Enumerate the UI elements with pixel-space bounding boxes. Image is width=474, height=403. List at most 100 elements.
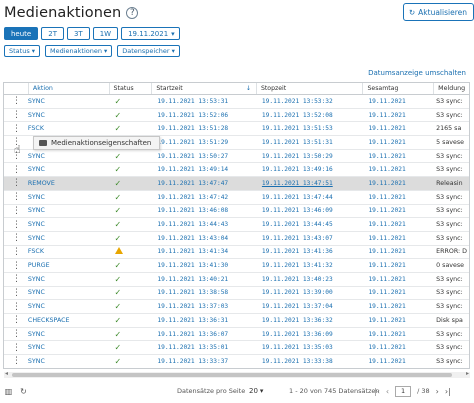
sort-desc-icon: ↓ [245, 85, 251, 92]
time-1w-button[interactable]: 1W [92, 27, 119, 40]
status-filter[interactable]: Status ▾ [4, 45, 40, 57]
cell-action[interactable]: SYNC [28, 194, 109, 201]
row-menu-icon[interactable]: ⋮ [4, 124, 28, 133]
cell-action[interactable]: SYNC [28, 221, 109, 228]
row-menu-icon[interactable]: ⋮ [4, 261, 28, 270]
row-menu-icon[interactable]: ⋮ [4, 247, 28, 256]
table-row[interactable]: ⋮ SYNC ✓ 19.11.2021 13:38:58 19.11.2021 13:3… [4, 287, 469, 301]
time-3d-button[interactable]: 3T [66, 27, 90, 40]
row-menu-icon[interactable]: ⋮ [4, 165, 28, 174]
column-toggle-icon[interactable]: ▥ [4, 387, 13, 396]
cell-stop-value: 19.11.2021 13:35:03 [261, 344, 333, 352]
column-header-action[interactable]: Aktion [27, 83, 109, 94]
context-tooltip[interactable]: Medienaktionseigenschaften [33, 136, 161, 150]
table-row[interactable]: ⋮ SYNC ✓ 19.11.2021 13:35:01 19.11.2021 13:3… [4, 341, 469, 356]
media-actions-table: Aktion Status Startzeit ↓ Stopzeit Sesam… [3, 82, 470, 369]
datastore-filter[interactable]: Datenspeicher ▾ [117, 45, 180, 57]
next-page-icon[interactable]: › [436, 387, 439, 396]
cell-stop: 19.11.2021 13:40:23 [256, 276, 363, 283]
cell-action[interactable]: SYNC [28, 207, 109, 214]
cell-action[interactable]: SYNC [28, 289, 109, 296]
cell-action[interactable]: PURGE [28, 262, 109, 269]
table-header: Aktion Status Startzeit ↓ Stopzeit Sesam… [4, 83, 469, 95]
cell-action[interactable]: SYNC [28, 112, 109, 119]
cell-action[interactable]: CHECKSPACE [28, 317, 109, 324]
time-today-button[interactable]: heute [4, 27, 39, 40]
cell-action[interactable]: SYNC [28, 235, 109, 242]
row-menu-icon[interactable]: ⋮ [4, 343, 28, 352]
horizontal-scrollbar[interactable]: ◂ ▸ [4, 370, 470, 378]
table-row[interactable]: ⋮ REMOVE ✓ 19.11.2021 13:47:47 19.11.2021 13… [4, 177, 469, 191]
table-row[interactable]: ⋮ SYNC ✓ 19.11.2021 13:33:37 19.11.2021 13:3… [4, 355, 469, 368]
refresh-icon: ↻ [408, 7, 416, 17]
table-row[interactable]: ⋮ SYNC ✓ 19.11.2021 13:36:07 19.11.2021 13:3… [4, 328, 469, 342]
cell-stop-value: 19.11.2021 13:41:32 [261, 262, 333, 270]
table-row[interactable]: ⋮ SYNC ✓ 19.11.2021 13:46:08 19.11.2021 13:4… [4, 205, 469, 219]
cell-action[interactable]: SYNC [28, 276, 109, 283]
column-header-start[interactable]: Startzeit ↓ [151, 83, 256, 94]
table-row[interactable]: ⋮ SYNC ✓ 19.11.2021 13:44:43 19.11.2021 13:4… [4, 218, 469, 232]
row-menu-icon[interactable]: ⋮ [4, 288, 28, 297]
table-row[interactable]: ⋮ SYNC ✓ 19.11.2021 13:40:21 19.11.2021 13:4… [4, 273, 469, 287]
row-menu-icon[interactable]: ⋮ [4, 206, 28, 215]
table-row[interactable]: ⋮ SYNC ✓ 19.11.2021 13:53:31 19.11.2021 13:5… [4, 95, 469, 109]
column-header-day[interactable]: Sesamtag [362, 83, 433, 94]
page-number-input[interactable]: 1 [395, 385, 412, 397]
row-menu-icon[interactable]: ⋮ [4, 97, 28, 106]
cell-action[interactable]: FSCK [28, 248, 109, 255]
cell-action[interactable]: SYNC [28, 166, 109, 173]
refresh-button[interactable]: ↻ Aktualisieren [402, 3, 474, 21]
table-row[interactable]: ⋮ SYNC ✓ 19.11.2021 13:52:06 19.11.2021 13:5… [4, 109, 469, 123]
check-icon: ✓ [114, 151, 122, 161]
table-row[interactable]: ⋮ PURGE ✓ 19.11.2021 13:41:30 19.11.2021 13:… [4, 259, 469, 273]
chevron-down-icon: ▾ [259, 387, 264, 395]
time-2d-button[interactable]: 2T [41, 27, 64, 40]
cell-action[interactable]: FSCK [28, 125, 109, 132]
row-menu-icon[interactable]: ⋮ [4, 316, 28, 325]
row-menu-icon[interactable]: ⋮ [4, 111, 28, 120]
scrollbar-thumb[interactable] [12, 373, 452, 377]
check-icon: ✓ [114, 178, 122, 188]
prev-page-icon[interactable]: ‹ [386, 387, 389, 396]
column-header-status[interactable]: Status [108, 83, 152, 94]
table-row[interactable]: ⋮ FSCK 19.11.2021 13:41:34 19.11.2021 13:41… [4, 246, 469, 260]
row-menu-icon[interactable]: ⋮ [4, 357, 28, 366]
date-picker-button[interactable]: 19.11.2021 ▾ [121, 27, 180, 40]
cell-action[interactable]: SYNC [28, 358, 109, 365]
table-row[interactable]: ⋮ CHECKSPACE ✓ 19.11.2021 13:36:31 19.11.202… [4, 314, 469, 328]
cell-action[interactable]: SYNC [28, 153, 109, 160]
first-page-icon[interactable]: |‹ [374, 387, 380, 396]
scroll-right-icon[interactable]: ▸ [466, 370, 469, 377]
table-row[interactable]: ⋮ SYNC ✓ 19.11.2021 13:49:14 19.11.2021 13:4… [4, 163, 469, 178]
check-icon: ✓ [114, 302, 122, 312]
cell-stop-value: 19.11.2021 13:52:08 [261, 111, 333, 119]
table-row[interactable]: ⋮ FSCK ✓ 19.11.2021 13:51:28 19.11.2021 13:5… [4, 122, 469, 137]
last-page-icon[interactable]: ›| [445, 387, 451, 396]
per-page-select[interactable]: 20 ▾ [249, 387, 263, 395]
row-menu-icon[interactable]: ⋮ [4, 275, 28, 284]
media-actions-filter[interactable]: Medienaktionen ▾ [44, 45, 113, 57]
help-icon[interactable]: ? [126, 7, 139, 19]
cell-action[interactable]: REMOVE [28, 180, 109, 187]
table-row[interactable]: ⋮ SYNC ✓ 19.11.2021 13:50:27 19.11.2021 13:5… [4, 150, 469, 164]
cell-action[interactable]: SYNC [28, 344, 109, 351]
row-menu-icon[interactable]: ⋮ [4, 234, 28, 243]
table-row[interactable]: ⋮ SYNC ✓ 19.11.2021 13:37:03 19.11.2021 13:3… [4, 300, 469, 314]
column-header-message[interactable]: Meldung [433, 83, 469, 94]
row-menu-icon[interactable]: ⋮ [4, 220, 28, 229]
row-menu-icon[interactable]: ⋮ [4, 302, 28, 311]
row-menu-icon[interactable]: ⋮ [4, 179, 28, 188]
cell-action[interactable]: SYNC [28, 331, 109, 338]
row-menu-icon[interactable]: ⋮ [4, 330, 28, 339]
table-row[interactable]: ⋮ SYNC ✓ 19.11.2021 13:43:04 19.11.2021 13:4… [4, 232, 469, 246]
cell-action[interactable]: SYNC [28, 303, 109, 310]
refresh-icon[interactable]: ↻ [19, 387, 28, 396]
column-header-stop[interactable]: Stopzeit [255, 83, 363, 94]
cell-message: S3 sync: [436, 193, 463, 201]
row-menu-icon[interactable]: ⋮ [4, 193, 28, 202]
table-row[interactable]: ⋮ SYNC ✓ 19.11.2021 13:47:42 19.11.2021 13:4… [4, 191, 469, 205]
scroll-left-icon[interactable]: ◂ [5, 370, 8, 377]
toggle-date-display-link[interactable]: Datumsanzeige umschalten [368, 69, 466, 77]
cell-action[interactable]: SYNC [28, 98, 109, 105]
warning-icon [114, 247, 123, 255]
